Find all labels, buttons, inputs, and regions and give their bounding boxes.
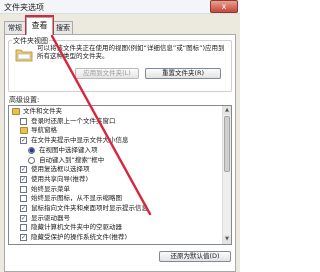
setting-label: 鼠标指向文件夹和桌面项时显示提示信息: [31, 204, 148, 212]
checkbox[interactable]: ✓: [20, 234, 27, 242]
setting-label: 在视图中选择键入项: [39, 145, 98, 154]
setting-label: 使用复选框以选择项: [31, 165, 90, 174]
apply-to-folders-button[interactable]: 应用到文件夹(L): [75, 68, 139, 79]
restore-defaults-button[interactable]: 还原为默认值(D): [159, 251, 231, 262]
setting-label: 隐藏计算机文件夹中的空驱动器: [31, 223, 122, 232]
tab-view[interactable]: 查看: [26, 17, 53, 35]
advanced-settings-list[interactable]: 文件和文件夹 登录时还原上一个文件夹窗口 导航窗格 ✓ 在文件夹提示中显示文件大小信息 ●…: [8, 105, 232, 245]
setting-item[interactable]: ✓ 使用复选框以选择项: [9, 165, 223, 174]
close-button[interactable]: x: [210, 0, 238, 13]
setting-label: 隐藏受保护的操作系统文件(推荐): [31, 233, 128, 242]
folder-views-description: 可以将该文件夹正在使用的视图(例如“详细信息”或“图标”)应用到所有这种类型的文…: [37, 44, 225, 60]
setting-item[interactable]: ✓ 隐藏受保护的操作系统文件(推荐): [9, 233, 223, 242]
setting-item[interactable]: ✓ 鼠标指向文件夹和桌面项时显示提示信息: [9, 204, 223, 213]
folder-icon: [12, 108, 20, 115]
setting-label: 文件和文件夹: [23, 107, 62, 115]
scroll-up-icon[interactable]: ▲: [223, 106, 231, 115]
advanced-settings-label: 高级设置:: [9, 96, 40, 104]
setting-item[interactable]: ✓ 在文件夹提示中显示文件大小信息: [9, 136, 223, 145]
checkbox[interactable]: ✓: [20, 175, 27, 183]
tab-general[interactable]: 常规: [4, 21, 26, 34]
scroll-thumb[interactable]: [224, 116, 230, 172]
setting-label: 登录时还原上一个文件夹窗口: [31, 116, 116, 125]
folder-icon: [15, 49, 33, 62]
setting-label: 显示驱动器号: [31, 213, 70, 222]
setting-label: 始终显示图标，从不显示缩略图: [31, 194, 122, 203]
checkbox[interactable]: [20, 185, 27, 193]
setting-item[interactable]: 自动键入到“搜索”框中: [9, 156, 223, 165]
setting-item[interactable]: ✓ 使用共享向导(推荐): [9, 175, 223, 184]
scroll-down-icon[interactable]: ▼: [223, 235, 231, 244]
setting-item[interactable]: ● 在视图中选择键入项: [9, 146, 223, 155]
checkbox[interactable]: ✓: [20, 137, 27, 145]
radio-button[interactable]: [28, 156, 35, 164]
setting-label: 使用共享向导(推荐): [31, 174, 89, 183]
setting-label: 自动键入到“搜索”框中: [39, 155, 105, 164]
setting-item[interactable]: 始终显示图标，从不显示缩略图: [9, 194, 223, 203]
reset-folders-button[interactable]: 重置文件夹(R): [145, 68, 221, 79]
checkbox[interactable]: [20, 224, 27, 232]
folder-views-group: 文件夹视图 可以将该文件夹正在使用的视图(例如“详细信息”或“图标”)应用到所有…: [8, 36, 232, 92]
checkbox[interactable]: ✓: [20, 214, 27, 222]
setting-item[interactable]: ✓ 显示驱动器号: [9, 214, 223, 223]
window-title: 文件夹选项: [4, 3, 44, 12]
setting-label: 导航窗格: [31, 126, 57, 135]
radio-button[interactable]: ●: [28, 146, 35, 154]
folder-icon: [20, 127, 28, 135]
tab-search[interactable]: 搜索: [53, 21, 73, 34]
setting-label: 在文件夹提示中显示文件大小信息: [31, 136, 129, 145]
tree-folder-node: 文件和文件夹: [9, 107, 223, 116]
checkbox[interactable]: [20, 195, 27, 203]
title-bar: 文件夹选项 x: [0, 0, 240, 14]
setting-item[interactable]: 隐藏计算机文件夹中的空驱动器: [9, 223, 223, 232]
tree-folder-node: 导航窗格: [9, 126, 223, 135]
scrollbar[interactable]: ▲ ▼: [222, 106, 231, 244]
view-tab-panel: 文件夹视图 可以将该文件夹正在使用的视图(例如“详细信息”或“图标”)应用到所有…: [4, 34, 236, 272]
setting-item[interactable]: 始终显示菜单: [9, 185, 223, 194]
checkbox[interactable]: ✓: [20, 166, 27, 174]
checkbox[interactable]: [20, 117, 27, 125]
folder-options-dialog: 常规 查看 搜索 文件夹视图 可以将该文件夹正在使用的视图(例如“详细信息”或“…: [0, 14, 240, 272]
checkbox[interactable]: ✓: [20, 205, 27, 212]
setting-label: 始终显示菜单: [31, 184, 70, 193]
setting-item[interactable]: 登录时还原上一个文件夹窗口: [9, 117, 223, 126]
